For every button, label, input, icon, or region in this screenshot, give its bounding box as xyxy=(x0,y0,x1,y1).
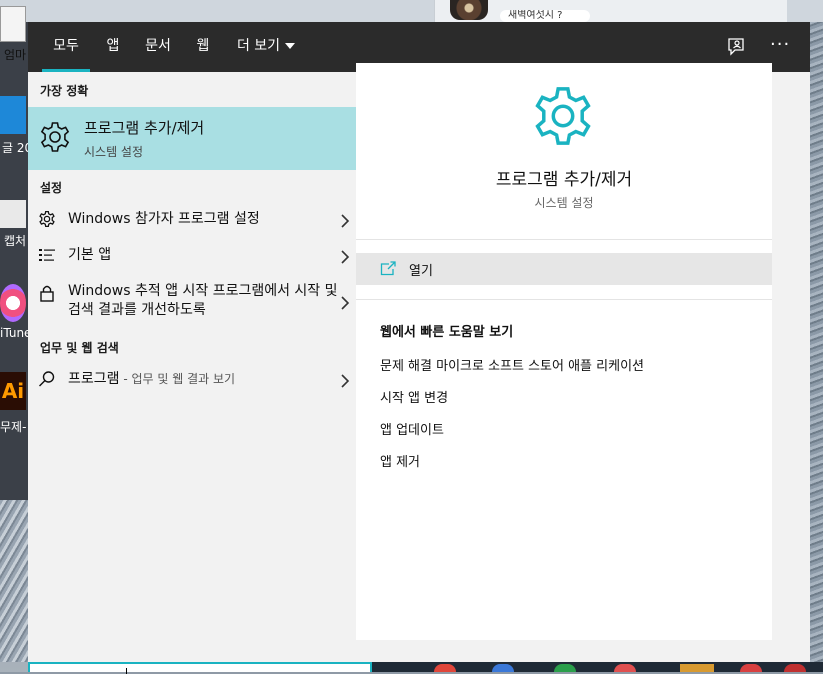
desktop-icon-label: iTune xyxy=(0,326,32,340)
details-title: 프로그램 추가/제거 xyxy=(495,170,633,190)
taskbar-app-icon[interactable] xyxy=(784,664,806,672)
search-input[interactable] xyxy=(28,662,372,674)
help-link[interactable]: 시작 앱 변경 xyxy=(380,387,448,406)
tab-all[interactable]: 모두 xyxy=(42,22,90,72)
settings-header: 설정 xyxy=(40,181,63,195)
gear-icon xyxy=(38,210,56,228)
tab-documents[interactable]: 문서 xyxy=(142,22,174,72)
taskbar-app-icon[interactable] xyxy=(492,664,514,672)
open-icon xyxy=(380,261,396,277)
web-help-header: 웹에서 빠른 도움말 보기 xyxy=(380,325,514,340)
chevron-right-icon xyxy=(340,295,350,310)
gear-icon xyxy=(38,120,72,154)
desktop-capture-icon[interactable] xyxy=(0,200,26,228)
desktop-itunes-icon[interactable] xyxy=(0,284,26,322)
list-icon xyxy=(38,246,56,264)
tab-more[interactable]: 더 보기 xyxy=(234,22,298,72)
divider xyxy=(356,299,772,300)
notification-avatar xyxy=(450,0,488,20)
lock-icon xyxy=(38,284,56,302)
desktop-illustrator-icon[interactable]: Ai xyxy=(0,372,26,410)
best-match-item[interactable]: 프로그램 추가/제거 시스템 설정 xyxy=(28,107,372,170)
caret-down-icon xyxy=(285,43,296,49)
settings-item-insider[interactable]: Windows 참가자 프로그램 설정 xyxy=(28,206,372,234)
help-link[interactable]: 앱 업데이트 xyxy=(380,419,444,438)
web-search-term: 프로그램 xyxy=(68,371,120,387)
desktop-icon-label: 엄마 xyxy=(4,48,27,62)
taskbar-app-icon[interactable] xyxy=(434,664,456,672)
more-options-icon[interactable]: ··· xyxy=(770,36,792,58)
tab-label: 모두 xyxy=(53,38,79,54)
web-search-header: 업무 및 웹 검색 xyxy=(40,341,119,355)
text-cursor xyxy=(126,668,127,674)
web-search-label: 프로그램 - 업무 및 웹 결과 보기 xyxy=(68,370,338,389)
gear-icon xyxy=(530,83,596,149)
desktop-hangul-icon[interactable] xyxy=(0,96,26,134)
chevron-right-icon xyxy=(340,373,350,388)
taskbar xyxy=(372,662,823,672)
desktop-icon-label: 캡처 xyxy=(4,234,27,248)
desktop-icon-label: 무제- xyxy=(0,420,27,434)
best-match-header: 가장 정확 xyxy=(40,84,89,98)
tab-label: 문서 xyxy=(145,38,171,54)
settings-item-default-apps[interactable]: 기본 앱 xyxy=(28,242,372,270)
help-link[interactable]: 문제 해결 마이크로 소프트 스토어 애플 리케이션 xyxy=(380,355,644,374)
results-pane: 가장 정확 프로그램 추가/제거 시스템 설정 설정 Windows 참가자 프… xyxy=(28,72,372,662)
taskbar-app-icon[interactable] xyxy=(680,664,714,672)
open-label: 열기 xyxy=(409,264,433,279)
settings-item-label: 기본 앱 xyxy=(68,247,112,263)
tab-label: 웹 xyxy=(196,38,210,54)
settings-item-tracking[interactable]: Windows 추적 앱 시작 프로그램에서 시작 및 검색 결과를 개선하도록 xyxy=(28,280,372,324)
taskbar-app-icon[interactable] xyxy=(614,664,636,672)
settings-item-label: Windows 추적 앱 시작 프로그램에서 시작 및 검색 결과를 개선하도록 xyxy=(68,283,338,318)
help-link[interactable]: 앱 제거 xyxy=(380,451,420,470)
details-pane: 프로그램 추가/제거 시스템 설정 열기 웹에서 빠른 도움말 보기 문제 해결… xyxy=(356,63,772,640)
tab-web[interactable]: 웹 xyxy=(192,22,214,72)
settings-item-label: Windows 참가자 프로그램 설정 xyxy=(68,211,260,227)
details-subtitle: 시스템 설정 xyxy=(534,196,594,210)
feedback-icon[interactable] xyxy=(726,36,748,58)
chevron-right-icon xyxy=(340,249,350,264)
web-search-suffix: - 업무 및 웹 결과 보기 xyxy=(119,372,236,386)
desktop-document-icon[interactable] xyxy=(0,6,26,42)
open-button[interactable]: 열기 xyxy=(356,253,772,285)
notification-bubble: 새벽여섯시 ? xyxy=(500,10,590,22)
divider xyxy=(356,239,772,240)
desktop-wallpaper-left xyxy=(0,500,28,662)
best-match-title: 프로그램 추가/제거 xyxy=(84,119,205,137)
taskbar-app-icon[interactable] xyxy=(740,664,762,672)
best-match-subtitle: 시스템 설정 xyxy=(84,145,144,159)
search-icon xyxy=(38,370,56,388)
tab-apps[interactable]: 앱 xyxy=(102,22,124,72)
tab-label: 앱 xyxy=(106,38,120,54)
tab-label: 더 보기 xyxy=(236,38,281,54)
taskbar-app-icon[interactable] xyxy=(554,664,576,672)
chevron-right-icon xyxy=(340,213,350,228)
web-search-item[interactable]: 프로그램 - 업무 및 웹 결과 보기 xyxy=(28,366,372,394)
